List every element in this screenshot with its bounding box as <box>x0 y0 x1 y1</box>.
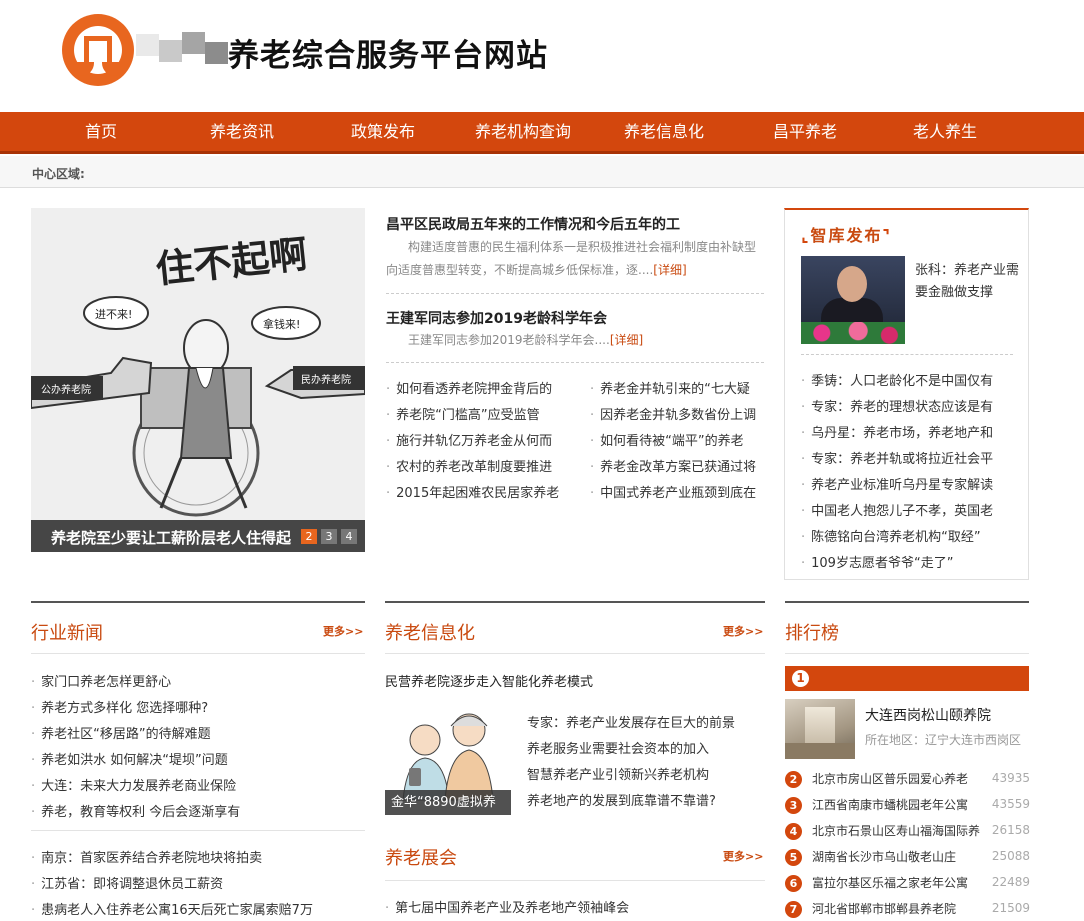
cartoon-right-bubble: 拿钱来! <box>263 317 300 331</box>
list-item[interactable]: 专家：养老的理想状态应该是有 <box>801 396 1023 415</box>
ranking-row[interactable]: 2 北京市房山区普乐园爱心养老 43935 <box>785 767 1030 793</box>
expo-section-more[interactable]: 更多>> <box>723 848 763 864</box>
list-item[interactable]: 养老产业标准听乌丹星专家解读 <box>801 474 1023 493</box>
list-item[interactable]: 季铸：人口老龄化不是中国仅有 <box>801 370 1023 389</box>
list-item[interactable]: 养老金改革方案已获通过将 <box>590 456 766 475</box>
info-headline[interactable]: 民营养老院逐步走入智能化养老模式 <box>385 671 593 690</box>
list-item[interactable]: 智慧养老产业引领新兴养老机构 <box>527 764 709 783</box>
ranking-row[interactable]: 4 北京市石景山区寿山福海国际养 26158 <box>785 819 1030 845</box>
nav-home[interactable]: 首页 <box>85 112 117 152</box>
ranking-row[interactable]: 5 湖南省长沙市乌山敬老山庄 25088 <box>785 845 1030 871</box>
rank-number: 1 <box>792 670 809 687</box>
divider <box>785 653 1029 654</box>
main-nav: 首页 养老资讯 政策发布 养老机构查询 养老信息化 昌平养老 老人养生 <box>0 112 1084 154</box>
list-item[interactable]: 乌丹星：养老市场，养老地产和 <box>801 422 1023 441</box>
site-logo[interactable] <box>62 14 134 86</box>
think-tank-feature[interactable]: 张科：养老产业需要金融做支撑 <box>915 260 1019 304</box>
list-item[interactable]: 养老社区“移居路”的待解难题 <box>31 723 365 742</box>
top-news-title-1[interactable]: 昌平区民政局五年来的工作情况和今后五年的工 <box>386 214 680 234</box>
ranking-top-name[interactable]: 大连西岗松山颐养院 <box>865 705 991 725</box>
ranking-title: 排行榜 <box>785 623 839 644</box>
list-item[interactable]: 南京：首家医养结合养老院地块将拍卖 <box>31 847 365 866</box>
list-item[interactable]: 如何看透养老院押金背后的 <box>386 378 576 397</box>
list-item[interactable]: 养老方式多样化 您选择哪种? <box>31 697 365 716</box>
ranking-row[interactable]: 6 富拉尔基区乐福之家老年公寓 22489 <box>785 871 1030 897</box>
blurred-logo-text <box>136 28 228 72</box>
list-item[interactable]: 专家：养老产业发展存在巨大的前景 <box>527 712 735 731</box>
cartoon-left-bubble: 进不来! <box>95 308 132 321</box>
list-item[interactable]: 第七届中国养老产业及养老地产领袖峰会 <box>385 897 765 916</box>
list-item[interactable]: 陈德铭向台湾养老机构“取经” <box>801 526 1023 545</box>
expo-section-title: 养老展会 <box>385 848 457 869</box>
site-title: 养老综合服务平台网站 <box>228 38 548 74</box>
list-item[interactable]: 江苏省：即将调整退休员工薪资 <box>31 873 365 892</box>
list-item[interactable]: 如何看待被“端平”的养老 <box>590 430 766 449</box>
ranking-top-bar: 1 <box>785 666 1029 691</box>
top-news-summary-2: 王建军同志参加2019老龄科学年会....[详细] <box>408 333 644 347</box>
ranking-row[interactable]: 7 河北省邯郸市邯郸县养老院 21509 <box>785 897 1030 921</box>
slider-caption-bar: 养老院至少要让工薪阶层老人住得起 2 3 4 <box>31 520 365 552</box>
list-item[interactable]: 农村的养老改革制度要推进 <box>386 456 576 475</box>
section-top-line <box>785 601 1029 603</box>
expert-photo[interactable] <box>801 256 905 344</box>
list-item[interactable]: 养老如洪水 如何解决“堤坝”问题 <box>31 749 365 768</box>
list-item[interactable]: 专家：养老并轨或将拉近社会平 <box>801 448 1023 467</box>
industry-news-title: 行业新闻 <box>31 623 103 644</box>
ranking-top-area: 所在地区：辽宁大连市西岗区 <box>865 733 1022 747</box>
slider-page-3[interactable]: 3 <box>321 529 337 544</box>
divider <box>386 293 764 294</box>
divider <box>385 880 765 881</box>
divider <box>31 653 365 654</box>
more-link[interactable]: [详细] <box>610 333 643 347</box>
cartoon-left-sign: 公办养老院 <box>41 383 91 396</box>
nav-news[interactable]: 养老资讯 <box>210 112 274 152</box>
nav-institution-search[interactable]: 养老机构查询 <box>475 112 571 152</box>
top-news-title-2[interactable]: 王建军同志参加2019老龄科学年会 <box>386 308 607 328</box>
slider-caption[interactable]: 养老院至少要让工薪阶层老人住得起 <box>51 527 291 548</box>
list-item[interactable]: 养老服务业需要社会资本的加入 <box>527 738 709 757</box>
slider-page-4[interactable]: 4 <box>341 529 357 544</box>
list-item[interactable]: 109岁志愿者爷爷“走了” <box>801 552 1023 571</box>
nav-changping[interactable]: 昌平养老 <box>773 112 837 152</box>
divider <box>386 362 764 363</box>
divider <box>31 830 365 831</box>
info-image-caption: 金华“8890虚拟养 <box>385 790 511 815</box>
list-item[interactable]: 因养老金并轨多数省份上调 <box>590 404 766 423</box>
info-section-title: 养老信息化 <box>385 623 475 644</box>
ranking-top-image[interactable] <box>785 699 855 759</box>
center-region-bar: 中心区域: <box>0 156 1084 188</box>
list-item[interactable]: 中国老人抱怨儿子不孝，英国老 <box>801 500 1023 519</box>
section-top-line <box>385 601 765 603</box>
list-item[interactable]: 养老地产的发展到底靠谱不靠谱? <box>527 790 716 809</box>
divider <box>385 653 765 654</box>
nav-health[interactable]: 老人养生 <box>913 112 977 152</box>
slider-page-2[interactable]: 2 <box>301 529 317 544</box>
nav-informatization[interactable]: 养老信息化 <box>624 112 704 152</box>
think-tank-panel: ⌞智库发布⌝ 张科：养老产业需要金融做支撑 季铸：人口老龄化不是中国仅有 专家：… <box>784 208 1029 580</box>
cartoon-right-sign: 民办养老院 <box>301 373 351 386</box>
more-link[interactable]: [详细] <box>653 263 686 277</box>
list-item[interactable]: 养老金并轨引来的“七大疑 <box>590 378 766 397</box>
list-item[interactable]: 中国式养老产业瓶颈到底在 <box>590 482 766 501</box>
center-region-label: 中心区域: <box>32 167 85 181</box>
list-item[interactable]: 大连：未来大力发展养老商业保险 <box>31 775 365 794</box>
ranking-row[interactable]: 3 江西省南康市蟠桃园老年公寓 43559 <box>785 793 1030 819</box>
think-tank-title: ⌞智库发布⌝ <box>801 226 893 245</box>
nav-policy[interactable]: 政策发布 <box>351 112 415 152</box>
list-item[interactable]: 养老院“门槛高”应受监管 <box>386 404 576 423</box>
cartoon-illustration: 住不起啊 进不来! 拿钱来! 公办养老院 民办养老院 <box>31 208 365 552</box>
top-news-summary-1: 构建适度普惠的民生福利体系一是积极推进社会福利制度由补缺型向适度普惠型转变，不断… <box>386 240 757 277</box>
info-section-more[interactable]: 更多>> <box>723 623 763 639</box>
list-item[interactable]: 患病老人入住养老公寓16天后死亡家属索赔7万 <box>31 899 365 918</box>
industry-news-more[interactable]: 更多>> <box>323 623 363 639</box>
list-item[interactable]: 养老，教育等权利 今后会逐渐享有 <box>31 801 365 820</box>
list-item[interactable]: 施行并轨亿万养老金从何而 <box>386 430 576 449</box>
list-item[interactable]: 家门口养老怎样更舒心 <box>31 671 365 690</box>
list-item[interactable]: 2015年起困难农民居家养老 <box>386 482 576 501</box>
section-top-line <box>31 601 365 603</box>
featured-slider[interactable]: 住不起啊 进不来! 拿钱来! 公办养老院 民办养老院 <box>31 208 365 552</box>
